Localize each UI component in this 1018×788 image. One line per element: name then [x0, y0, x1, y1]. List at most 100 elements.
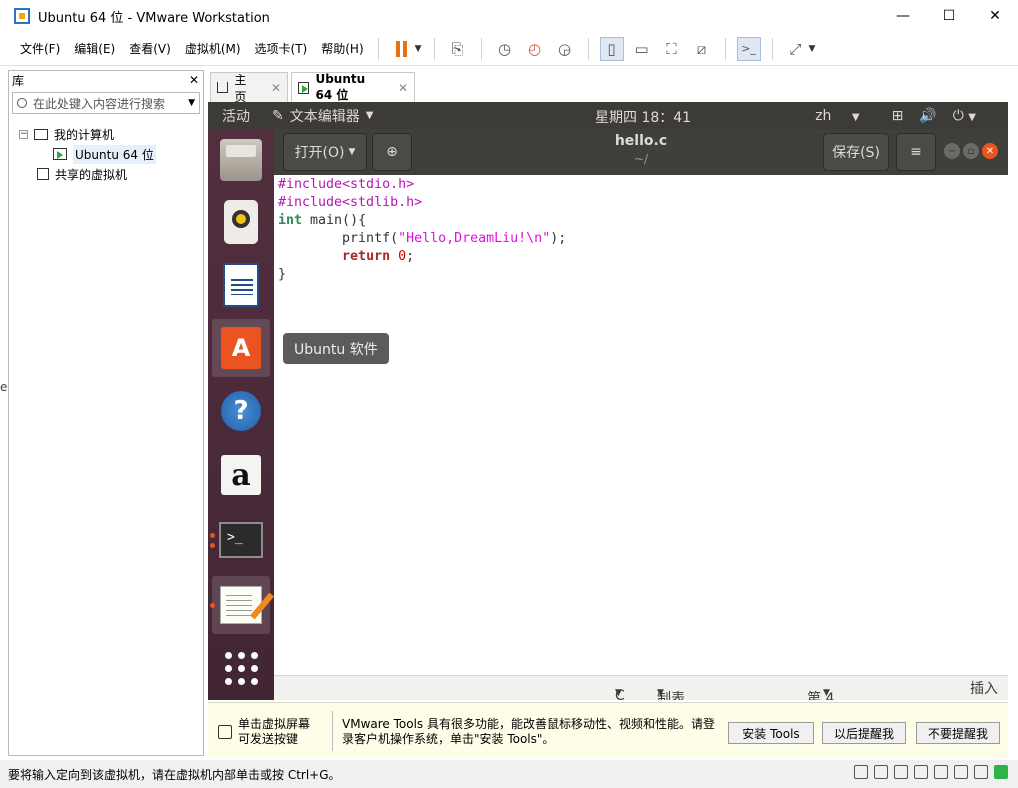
save-button-label: 保存(S): [832, 145, 880, 161]
volume-icon[interactable]: 🔊: [919, 108, 936, 124]
dock-terminal[interactable]: >_: [212, 511, 270, 569]
code-editor[interactable]: #include<stdio.h> #include<stdlib.h> int…: [274, 175, 1008, 675]
display-icon[interactable]: [974, 765, 988, 779]
insert-mode-indicator[interactable]: 插入: [970, 678, 998, 698]
unity-button[interactable]: ⧄: [690, 37, 714, 61]
code-text: printf(: [278, 231, 399, 246]
dock-ubuntu-software[interactable]: A: [212, 319, 270, 377]
code-type: int: [278, 213, 303, 228]
gedit-statusbar: C ▼ 制表符宽度：8 ▼ 第 4 行，第 31 列 ▼ 插入: [274, 675, 1008, 700]
keyboard-icon: [218, 725, 232, 739]
menu-help[interactable]: 帮助(H): [313, 40, 369, 57]
activities-button[interactable]: 活动: [222, 106, 250, 126]
pause-dropdown-icon[interactable]: ▼: [415, 44, 422, 54]
close-button[interactable]: ✕: [972, 0, 1018, 32]
dock-rhythmbox[interactable]: [212, 193, 270, 251]
snapshot-button[interactable]: ◷: [493, 37, 517, 61]
remind-later-button[interactable]: 以后提醒我: [822, 722, 906, 744]
full-screen-button[interactable]: ⛶: [660, 37, 684, 61]
hint-line: 单击虚拟屏幕: [238, 717, 311, 731]
app-menu-label: 文本编辑器: [289, 108, 360, 125]
power-icon[interactable]: ⏻ ▼: [953, 108, 992, 124]
tab-ubuntu[interactable]: Ubuntu 64 位 ✕: [291, 72, 415, 102]
dock-tooltip: Ubuntu 软件: [283, 333, 389, 364]
send-ctrl-alt-del-button[interactable]: ⎘: [446, 37, 470, 61]
console-view-button[interactable]: >_: [736, 36, 761, 61]
vm-running-icon: [53, 148, 67, 160]
revert-snapshot-button[interactable]: ◴: [523, 37, 547, 61]
hard-disk-icon[interactable]: [854, 765, 868, 779]
library-close-button[interactable]: ✕: [189, 73, 199, 87]
save-button[interactable]: 保存(S): [823, 133, 889, 171]
usb-icon[interactable]: [914, 765, 928, 779]
menu-view[interactable]: 查看(V): [121, 40, 177, 57]
vmware-statusbar: 要将输入定向到该虚拟机，请在虚拟机内部单击或按 Ctrl+G。: [0, 760, 1018, 788]
software-store-icon: A: [221, 327, 261, 369]
app-menu[interactable]: ✎ 文本编辑器 ▼: [272, 106, 373, 126]
notification-message: VMware Tools 具有很多功能，能改善鼠标移动性、视频和性能。请登 录客…: [342, 717, 715, 747]
dock-files[interactable]: [212, 131, 270, 189]
tree-item-my-computer[interactable]: − 我的计算机: [9, 124, 203, 144]
search-dropdown-icon[interactable]: ▼: [188, 98, 195, 108]
dock-show-apps[interactable]: [212, 639, 270, 697]
snapshot-manager-button[interactable]: ◶: [553, 37, 577, 61]
network-icon[interactable]: ⊞: [892, 108, 904, 124]
vm-console[interactable]: 活动 ✎ 文本编辑器 ▼ 星期四 18：41 zh ▼ ⊞ 🔊 ⏻ ▼ A ? …: [208, 102, 1008, 700]
chevron-down-icon: ▼: [365, 110, 374, 121]
tree-item-ubuntu[interactable]: Ubuntu 64 位: [9, 144, 203, 164]
stretch-dropdown-icon[interactable]: ▼: [809, 44, 816, 54]
menu-vm[interactable]: 虚拟机(M): [177, 40, 247, 57]
running-indicator: [210, 533, 215, 538]
writer-icon: [223, 263, 259, 307]
stretch-guest-button[interactable]: ⤢: [784, 37, 808, 61]
tab-close-icon[interactable]: ✕: [398, 81, 408, 95]
dock-libreoffice-writer[interactable]: [212, 256, 270, 314]
menu-tabs[interactable]: 选项卡(T): [247, 40, 314, 57]
window-maximize-button[interactable]: ▫: [963, 143, 979, 159]
maximize-button[interactable]: ☐: [926, 0, 972, 32]
tab-home[interactable]: 主页 ✕: [210, 72, 288, 104]
install-tools-button[interactable]: 安装 Tools: [728, 722, 814, 744]
tree-label: Ubuntu 64 位: [73, 144, 156, 164]
computer-icon: [34, 128, 48, 140]
background-text-fragment: e: [0, 380, 8, 394]
window-close-button[interactable]: ✕: [982, 143, 998, 159]
rhythmbox-icon: [224, 200, 258, 244]
hamburger-menu-button[interactable]: ≡: [896, 133, 936, 171]
thumbnail-bar-button[interactable]: ▭: [630, 37, 654, 61]
clock[interactable]: 星期四 18：41: [595, 107, 691, 127]
menu-file[interactable]: 文件(F): [12, 40, 66, 57]
tab-close-icon[interactable]: ✕: [271, 81, 281, 95]
pause-button[interactable]: [390, 37, 414, 61]
message-log-icon[interactable]: [994, 765, 1008, 779]
dock-text-editor[interactable]: [212, 576, 270, 634]
window-title: Ubuntu 64 位 - VMware Workstation: [38, 10, 270, 26]
input-method-indicator[interactable]: zh ▼: [815, 108, 875, 124]
notification-divider: [332, 711, 333, 751]
cd-dvd-icon[interactable]: [874, 765, 888, 779]
chevron-down-icon: ▼: [657, 688, 664, 698]
window-minimize-button[interactable]: −: [944, 143, 960, 159]
show-library-button[interactable]: ▯: [599, 36, 624, 61]
code-preprocessor: #include<stdio.h>: [278, 177, 415, 192]
library-tree: − 我的计算机 Ubuntu 64 位 共享的虚拟机: [9, 124, 203, 184]
vmware-tools-notification: 单击虚拟屏幕 可发送按键 VMware Tools 具有很多功能，能改善鼠标移动…: [208, 702, 1008, 758]
dock-amazon[interactable]: a: [212, 446, 270, 504]
never-remind-button[interactable]: 不要提醒我: [916, 722, 1000, 744]
dock-help[interactable]: ?: [212, 382, 270, 440]
menu-edit[interactable]: 编辑(E): [66, 40, 121, 57]
bottom-panel-icon: ▭: [634, 39, 649, 58]
library-search-input[interactable]: 在此处键入内容进行搜索 ▼: [12, 92, 200, 114]
input-method-label: zh: [815, 107, 832, 124]
minimize-button[interactable]: —: [880, 0, 926, 32]
expand-icon: ⤢: [789, 39, 802, 58]
network-adapter-icon[interactable]: [894, 765, 908, 779]
sound-icon[interactable]: [954, 765, 968, 779]
code-line: int main(){: [274, 212, 1008, 230]
tree-item-shared-vms[interactable]: 共享的虚拟机: [9, 164, 203, 184]
clock-icon: ◷: [498, 39, 512, 58]
text-editor-icon: ✎: [272, 107, 284, 124]
toolbar-divider: [587, 37, 589, 60]
collapse-icon[interactable]: −: [19, 129, 28, 139]
printer-icon[interactable]: [934, 765, 948, 779]
